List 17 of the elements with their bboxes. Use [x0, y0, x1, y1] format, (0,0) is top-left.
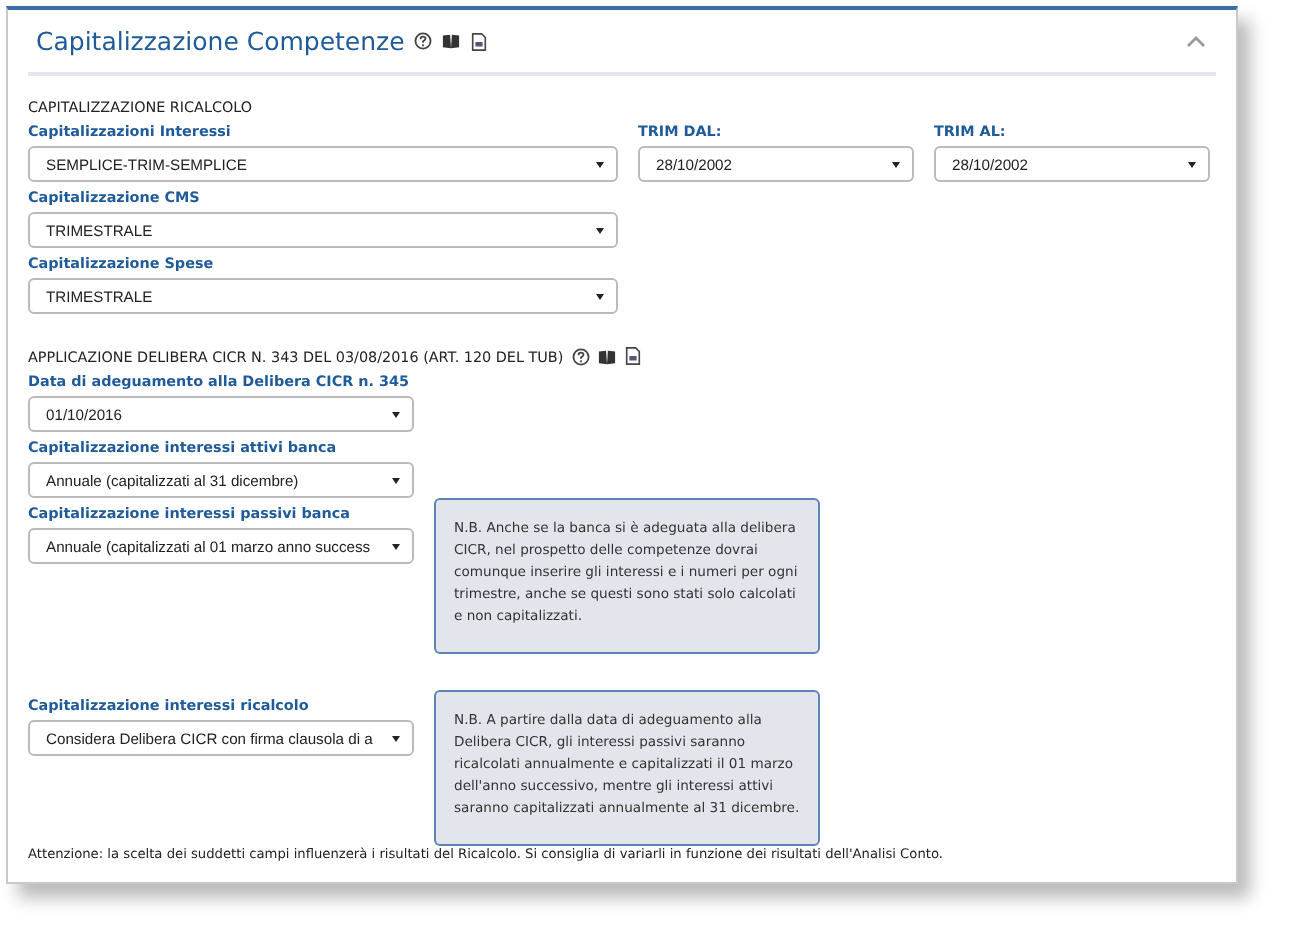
- document-icon[interactable]: [623, 346, 642, 366]
- collapse-icon[interactable]: [1184, 33, 1208, 49]
- caret-icon: [892, 161, 900, 167]
- help-icon[interactable]: [571, 347, 590, 365]
- document-icon[interactable]: [470, 31, 489, 51]
- caret-icon: [392, 735, 400, 741]
- caret-icon: [392, 543, 400, 549]
- book-icon[interactable]: [597, 347, 616, 365]
- caret-icon: [392, 477, 400, 483]
- caret-icon: [596, 161, 604, 167]
- caret-icon: [596, 227, 604, 233]
- help-icon[interactable]: [414, 32, 433, 50]
- book-icon[interactable]: [442, 32, 461, 50]
- caret-icon: [1188, 161, 1196, 167]
- panel-title: Capitalizzazione Competenze: [36, 26, 405, 56]
- caret-icon: [392, 411, 400, 417]
- caret-icon: [596, 293, 604, 299]
